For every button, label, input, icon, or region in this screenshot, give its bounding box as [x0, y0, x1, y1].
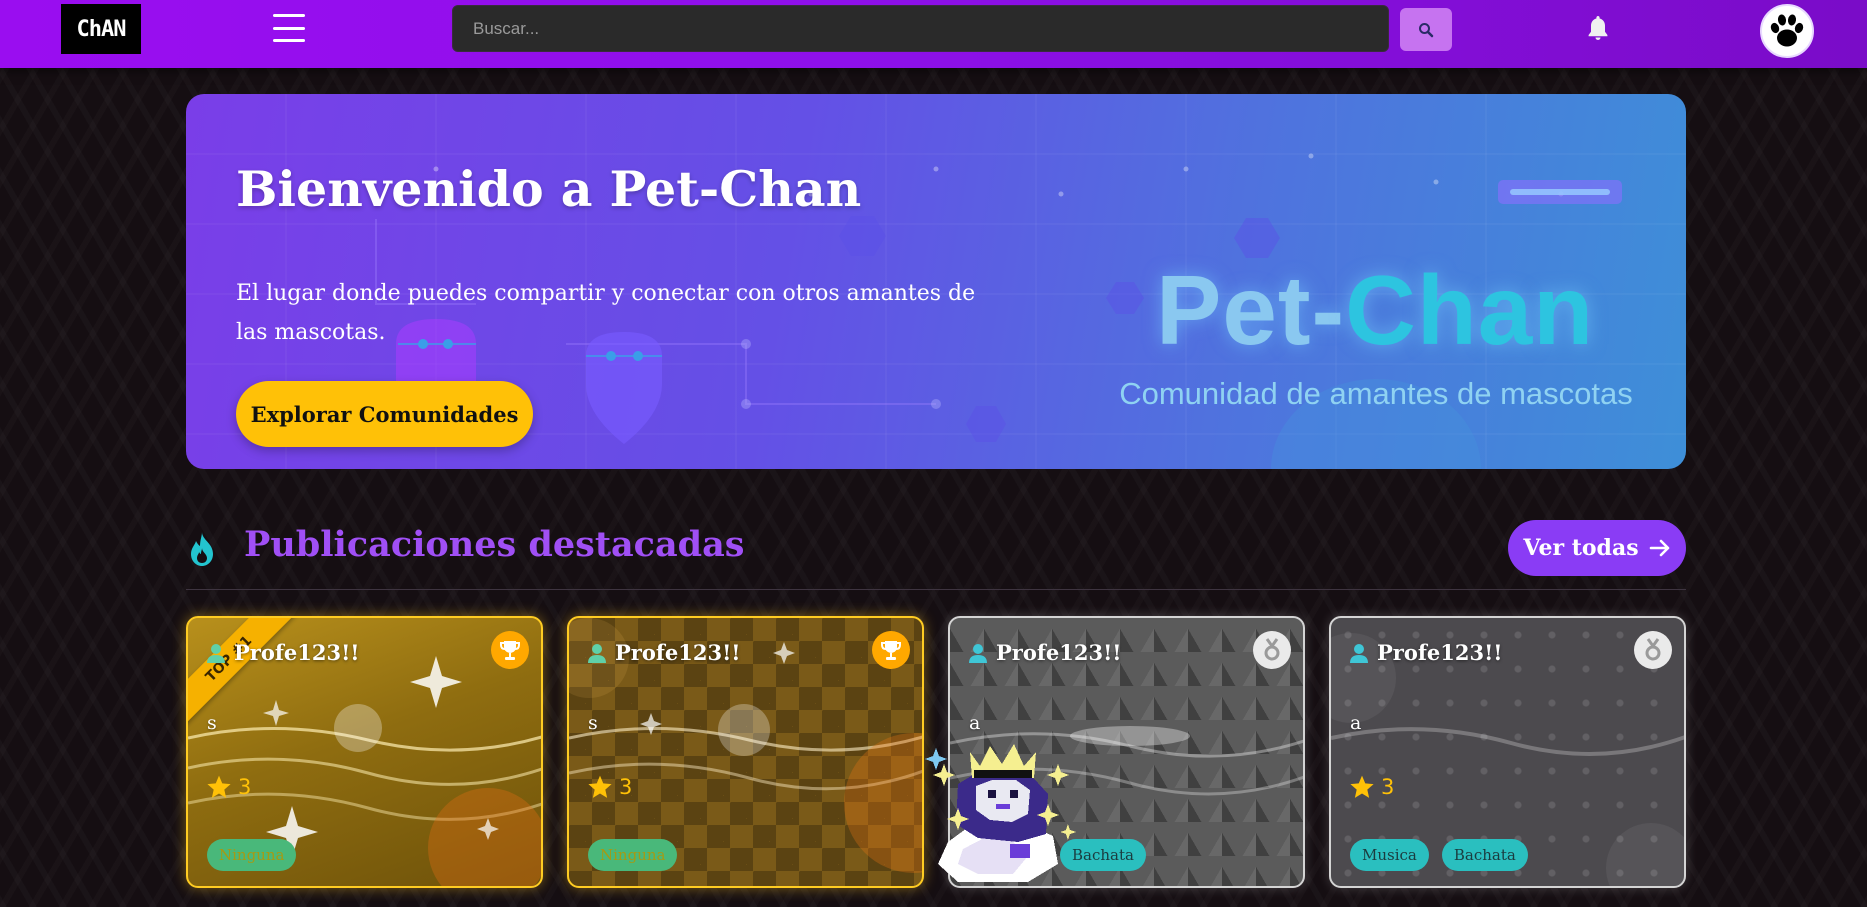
hamburger-menu-icon[interactable] — [273, 14, 305, 42]
trophy-icon — [500, 641, 520, 660]
post-body: a — [1350, 712, 1362, 734]
author-name: Profe123!! — [234, 640, 360, 665]
hero-banner: Bienvenido a Pet-Chan El lugar donde pue… — [186, 94, 1686, 469]
post-tags: Ninguna — [207, 839, 297, 871]
top-bar: ChAN — [0, 0, 1867, 68]
user-icon — [1350, 643, 1368, 663]
brand-part-2: Chan — [1345, 255, 1595, 365]
medal-icon — [1264, 638, 1280, 661]
post-body: s — [588, 712, 598, 734]
post-card[interactable]: TOP #1 Profe123!! s 3 Ninguna — [186, 616, 543, 888]
post-author[interactable]: Profe123!! — [587, 640, 741, 665]
fire-icon — [191, 532, 213, 566]
post-tags: Musica Bachata — [1350, 839, 1528, 871]
tag-chip[interactable]: Ninguna — [207, 839, 297, 871]
tag-chip[interactable]: Ninguna — [588, 839, 678, 871]
logo[interactable]: ChAN — [61, 4, 141, 54]
star-icon — [1350, 775, 1374, 798]
hero-brand-logo: Pet-Chan — [1156, 254, 1593, 367]
user-icon — [588, 643, 606, 663]
bell-icon[interactable] — [1586, 14, 1610, 42]
trophy-badge — [491, 631, 529, 669]
top-ribbon: TOP #1 — [188, 618, 300, 730]
search-button[interactable] — [1400, 8, 1452, 51]
medal-badge — [1634, 631, 1672, 669]
user-icon — [207, 643, 225, 663]
likes-count: 3 — [238, 775, 252, 799]
featured-section-header: Publicaciones destacadas Ver todas — [186, 518, 1686, 590]
likes-count: 3 — [619, 775, 633, 799]
author-name: Profe123!! — [1377, 640, 1503, 665]
post-likes: 3 — [1349, 774, 1394, 800]
post-likes: 3 — [587, 774, 632, 800]
hero-title: Bienvenido a Pet-Chan — [236, 160, 862, 218]
brand-part-1: Pet- — [1156, 255, 1346, 365]
post-card[interactable]: Profe123!! s 3 Ninguna — [567, 616, 924, 888]
tag-chip[interactable]: Musica — [1350, 839, 1429, 871]
star-icon — [588, 775, 612, 798]
post-body: s — [207, 712, 217, 734]
likes-count: 3 — [1381, 775, 1395, 799]
author-name: Profe123!! — [996, 640, 1122, 665]
avatar[interactable] — [1760, 4, 1814, 58]
hero-description: El lugar donde puedes compartir y conect… — [236, 281, 976, 345]
post-tags: Ninguna — [588, 839, 678, 871]
see-all-button[interactable]: Ver todas — [1508, 520, 1686, 576]
featured-title: Publicaciones destacadas — [244, 524, 745, 565]
trophy-badge — [872, 631, 910, 669]
arrow-right-icon — [1649, 539, 1669, 557]
user-icon — [969, 643, 987, 663]
paw-icon — [1770, 14, 1804, 47]
post-author[interactable]: Profe123!! — [206, 640, 360, 665]
hero-tagline: Comunidad de amantes de mascotas — [1119, 376, 1633, 411]
search-icon — [1419, 22, 1434, 37]
medal-icon — [1645, 638, 1661, 661]
medal-badge — [1253, 631, 1291, 669]
see-all-label: Ver todas — [1523, 535, 1639, 561]
post-author[interactable]: Profe123!! — [968, 640, 1122, 665]
section-divider — [186, 589, 1686, 590]
post-card[interactable]: Profe123!! a 3 Musica Bachata — [1329, 616, 1686, 888]
pixel-mascot-icon[interactable] — [918, 724, 1088, 884]
star-icon — [207, 775, 231, 798]
tag-chip[interactable]: Bachata — [1441, 839, 1528, 871]
post-likes: 3 — [206, 774, 251, 800]
author-name: Profe123!! — [615, 640, 741, 665]
trophy-icon — [881, 641, 901, 660]
search-input[interactable] — [452, 5, 1389, 52]
post-author[interactable]: Profe123!! — [1349, 640, 1503, 665]
explore-communities-button[interactable]: Explorar Comunidades — [236, 381, 533, 447]
